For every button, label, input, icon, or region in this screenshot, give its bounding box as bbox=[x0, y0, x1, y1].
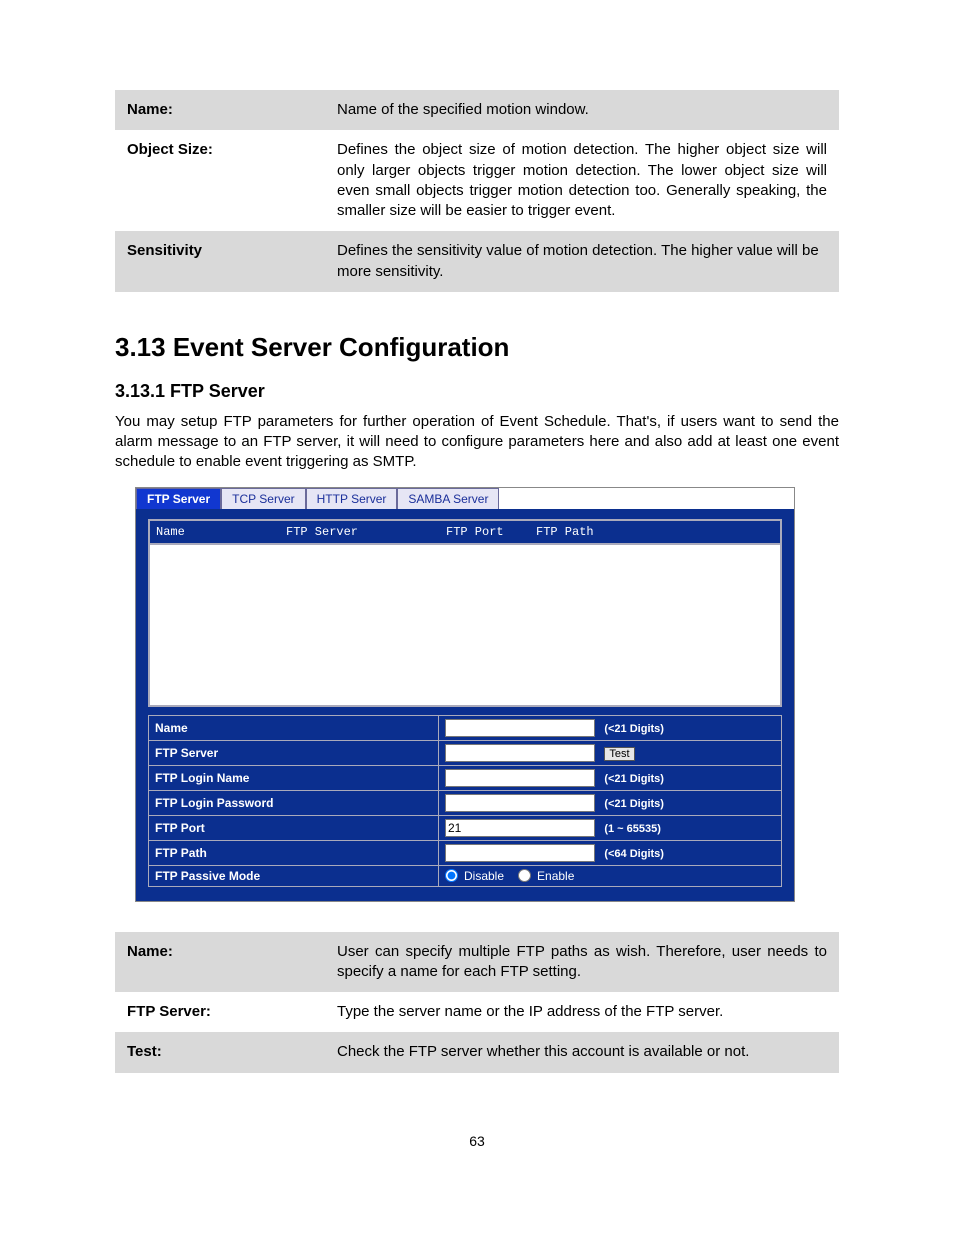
param-desc: User can specify multiple FTP paths as w… bbox=[325, 932, 839, 993]
param-desc: Defines the sensitivity value of motion … bbox=[325, 231, 839, 292]
form-row-ftp-path: FTP Path (<64 Digits) bbox=[149, 840, 782, 865]
passive-disable-radio[interactable] bbox=[445, 869, 458, 882]
param-label: Test: bbox=[115, 1032, 325, 1072]
table-row: Test: Check the FTP server whether this … bbox=[115, 1032, 839, 1072]
form-label: Name bbox=[149, 715, 439, 740]
list-body-empty[interactable] bbox=[150, 545, 780, 705]
table-row: Object Size: Defines the object size of … bbox=[115, 130, 839, 231]
table-row: FTP Server: Type the server name or the … bbox=[115, 992, 839, 1032]
tab-ftp-server[interactable]: FTP Server bbox=[136, 488, 221, 509]
passive-mode-radios: Disable Enable bbox=[445, 869, 775, 883]
ftp-config-panel: FTP Server TCP Server HTTP Server SAMBA … bbox=[135, 487, 795, 902]
list-header: Name FTP Server FTP Port FTP Path bbox=[150, 521, 780, 545]
hint-text: (<64 Digits) bbox=[604, 848, 664, 860]
param-label: FTP Server: bbox=[115, 992, 325, 1032]
form-row-login-name: FTP Login Name (<21 Digits) bbox=[149, 765, 782, 790]
ftp-server-input[interactable] bbox=[445, 744, 595, 762]
tab-http-server[interactable]: HTTP Server bbox=[306, 488, 398, 509]
table-row: Name: User can specify multiple FTP path… bbox=[115, 932, 839, 993]
col-ftp-port: FTP Port bbox=[440, 521, 530, 543]
form-label: FTP Login Password bbox=[149, 790, 439, 815]
param-label: Sensitivity bbox=[115, 231, 325, 292]
ftp-params-table: Name: User can specify multiple FTP path… bbox=[115, 932, 839, 1073]
param-desc: Defines the object size of motion detect… bbox=[325, 130, 839, 231]
radio-label-enable: Enable bbox=[537, 869, 574, 883]
col-ftp-path: FTP Path bbox=[530, 521, 780, 543]
form-row-ftp-port: FTP Port (1 ~ 65535) bbox=[149, 815, 782, 840]
form-row-ftp-server: FTP Server Test bbox=[149, 740, 782, 765]
panel-body: Name FTP Server FTP Port FTP Path Name (… bbox=[136, 509, 794, 901]
test-button[interactable]: Test bbox=[604, 747, 634, 761]
form-label: FTP Path bbox=[149, 840, 439, 865]
server-tabs: FTP Server TCP Server HTTP Server SAMBA … bbox=[136, 488, 794, 509]
form-label: FTP Server bbox=[149, 740, 439, 765]
name-input[interactable] bbox=[445, 719, 595, 737]
param-label: Object Size: bbox=[115, 130, 325, 231]
form-label: FTP Passive Mode bbox=[149, 865, 439, 886]
hint-text: (<21 Digits) bbox=[604, 773, 664, 785]
col-name: Name bbox=[150, 521, 280, 543]
section-heading: 3.13 Event Server Configuration bbox=[115, 332, 839, 363]
tab-tcp-server[interactable]: TCP Server bbox=[221, 488, 305, 509]
param-desc: Type the server name or the IP address o… bbox=[325, 992, 839, 1032]
param-desc: Name of the specified motion window. bbox=[325, 90, 839, 130]
passive-enable-radio[interactable] bbox=[518, 869, 531, 882]
ftp-port-input[interactable] bbox=[445, 819, 595, 837]
section-paragraph: You may setup FTP parameters for further… bbox=[115, 412, 839, 473]
ftp-list-table: Name FTP Server FTP Port FTP Path bbox=[148, 519, 782, 707]
subsection-heading: 3.13.1 FTP Server bbox=[115, 381, 839, 402]
ftp-login-password-input[interactable] bbox=[445, 794, 595, 812]
form-row-passive-mode: FTP Passive Mode Disable Enable bbox=[149, 865, 782, 886]
form-row-name: Name (<21 Digits) bbox=[149, 715, 782, 740]
page-number: 63 bbox=[115, 1133, 839, 1149]
form-label: FTP Port bbox=[149, 815, 439, 840]
hint-text: (<21 Digits) bbox=[604, 798, 664, 810]
hint-text: (1 ~ 65535) bbox=[604, 823, 661, 835]
table-row: Sensitivity Defines the sensitivity valu… bbox=[115, 231, 839, 292]
tab-samba-server[interactable]: SAMBA Server bbox=[397, 488, 499, 509]
hint-text: (<21 Digits) bbox=[604, 723, 664, 735]
form-row-login-password: FTP Login Password (<21 Digits) bbox=[149, 790, 782, 815]
col-ftp-server: FTP Server bbox=[280, 521, 440, 543]
ftp-form-table: Name (<21 Digits) FTP Server Test FTP Lo… bbox=[148, 715, 782, 887]
motion-params-table: Name: Name of the specified motion windo… bbox=[115, 90, 839, 292]
ftp-path-input[interactable] bbox=[445, 844, 595, 862]
form-label: FTP Login Name bbox=[149, 765, 439, 790]
table-row: Name: Name of the specified motion windo… bbox=[115, 90, 839, 130]
radio-label-disable: Disable bbox=[464, 869, 504, 883]
param-label: Name: bbox=[115, 90, 325, 130]
ftp-login-name-input[interactable] bbox=[445, 769, 595, 787]
param-desc: Check the FTP server whether this accoun… bbox=[325, 1032, 839, 1072]
param-label: Name: bbox=[115, 932, 325, 993]
